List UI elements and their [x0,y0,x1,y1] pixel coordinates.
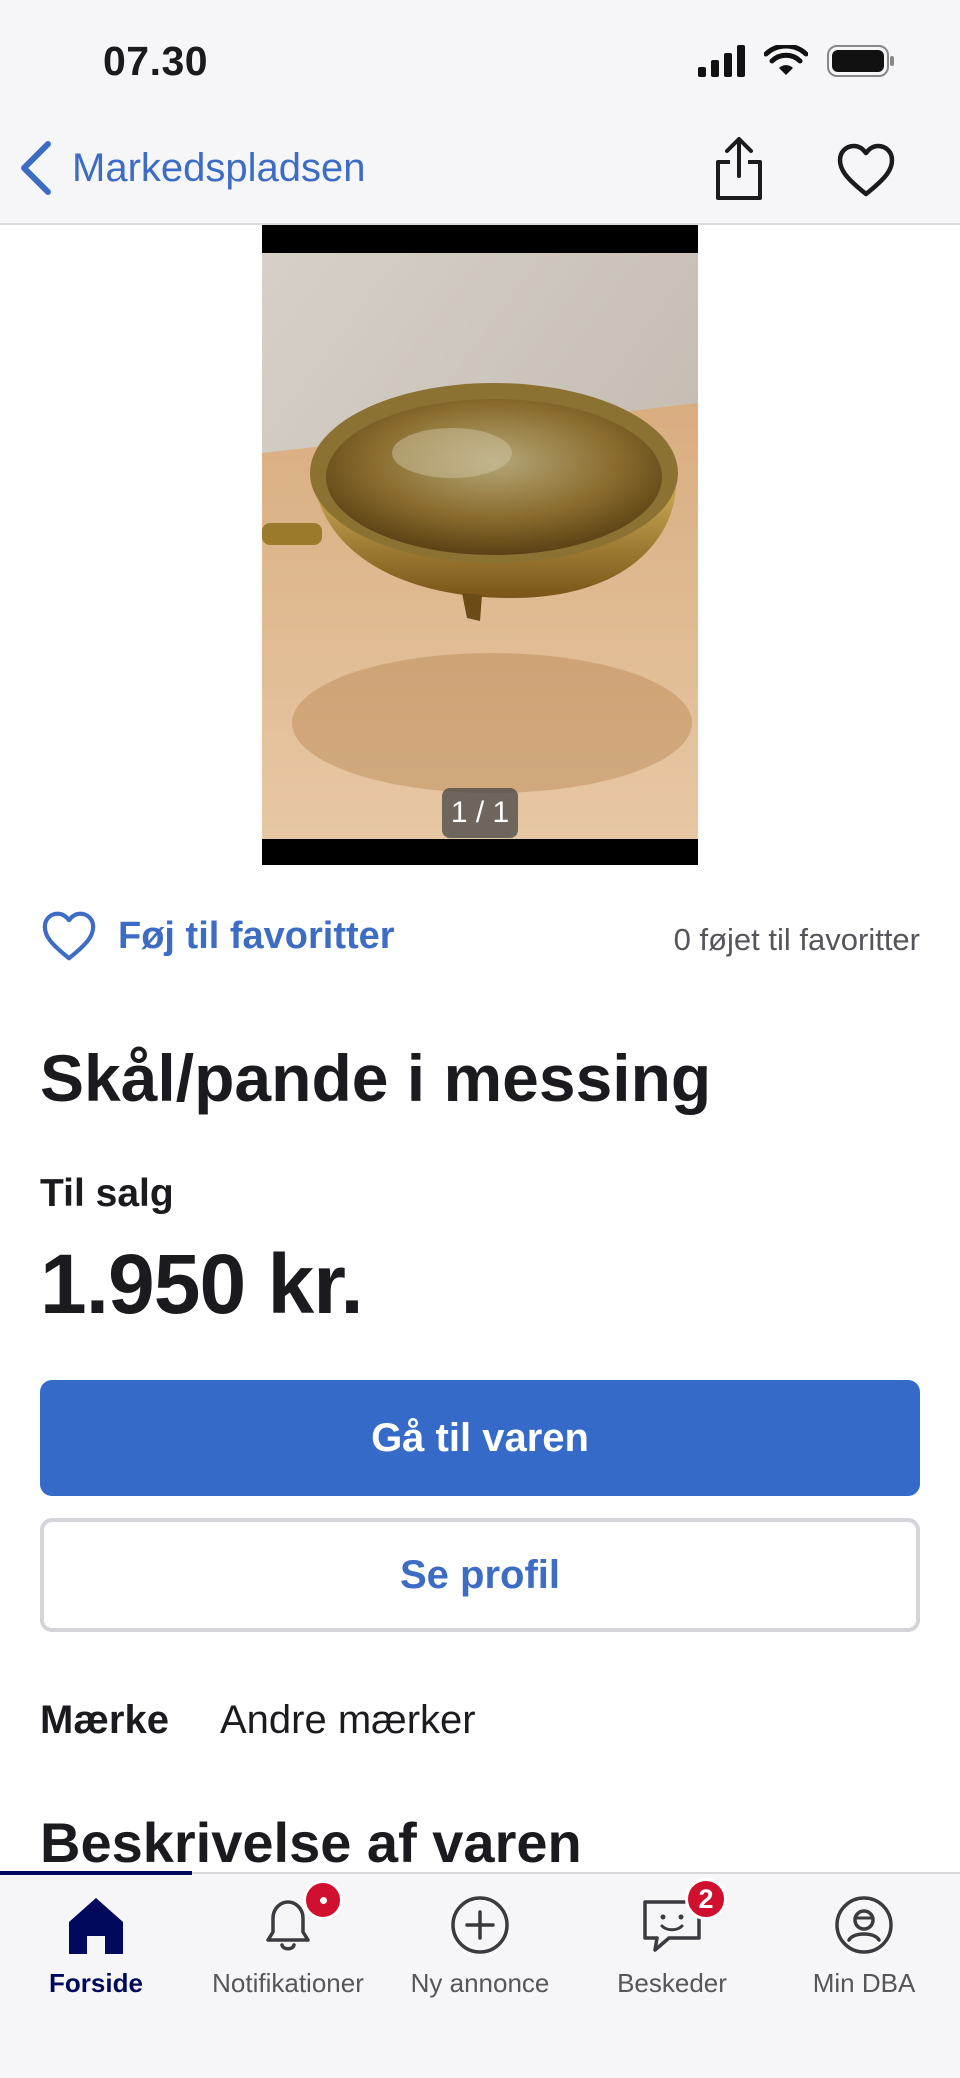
description-heading: Beskrivelse af varen [40,1811,582,1874]
sale-type-label: Til salg [40,1172,174,1215]
add-to-favorites-button[interactable]: Føj til favoritter [40,910,395,962]
nav-bar: Markedspladsen [0,120,960,225]
heart-icon [837,143,895,197]
back-button[interactable]: Markedspladsen [18,140,366,196]
notification-badge [303,1880,343,1920]
tab-label: Min DBA [812,1968,916,1998]
photo-counter: 1 / 1 [442,788,518,838]
signal-icon [698,45,745,77]
brass-pan-image [262,253,698,839]
attribute-value: Andre mærker [220,1698,476,1742]
active-tab-indicator [0,1871,192,1875]
product-photo[interactable] [262,253,698,839]
wifi-icon [764,45,808,75]
tab-label: Notifikationer [212,1968,364,1998]
tab-beskeder[interactable]: 2 Beskeder [576,1878,768,2010]
share-icon [716,137,762,200]
add-to-favorites-label: Føj til favoritter [118,914,395,957]
status-icons [698,44,896,78]
bell-icon [253,1880,343,1960]
tab-min-dba[interactable]: Min DBA [768,1890,960,2010]
home-icon [61,1890,131,1960]
image-gallery[interactable]: 1 / 1 [262,225,698,865]
tab-label: Beskeder [617,1968,727,1998]
see-profile-button[interactable]: Se profil [40,1518,920,1632]
tab-label: Forside [49,1968,143,1998]
tab-ny-annonce[interactable]: Ny annonce [384,1890,576,2010]
plus-circle-icon [445,1890,515,1960]
tab-bar: Forside Notifikationer Ny annonce 2 Besk… [0,1871,960,2078]
messages-badge: 2 [685,1878,727,1920]
back-label: Markedspladsen [72,145,366,190]
profile-icon [829,1890,899,1960]
tab-notifikationer[interactable]: Notifikationer [192,1880,384,2010]
tab-forside[interactable]: Forside [0,1890,192,2010]
share-button[interactable] [712,136,766,202]
listing-title: Skål/pande i messing [40,1041,712,1115]
status-time: 07.30 [103,38,209,84]
chat-icon: 2 [637,1878,727,1960]
favorite-nav-button[interactable] [836,142,896,198]
favorites-row: Føj til favoritter 0 føjet til favoritte… [40,910,920,970]
attribute-key: Mærke [40,1698,169,1742]
chevron-left-icon [21,141,51,195]
favorites-count: 0 føjet til favoritter [673,922,920,957]
go-to-item-button[interactable]: Gå til varen [40,1380,920,1496]
attribute-row: Mærke Andre mærker [40,1698,476,1743]
battery-icon [827,45,894,77]
heart-outline-icon [42,911,96,961]
tab-label: Ny annonce [410,1968,550,1998]
status-bar: 07.30 [0,0,960,120]
listing-price: 1.950 kr. [40,1237,364,1331]
